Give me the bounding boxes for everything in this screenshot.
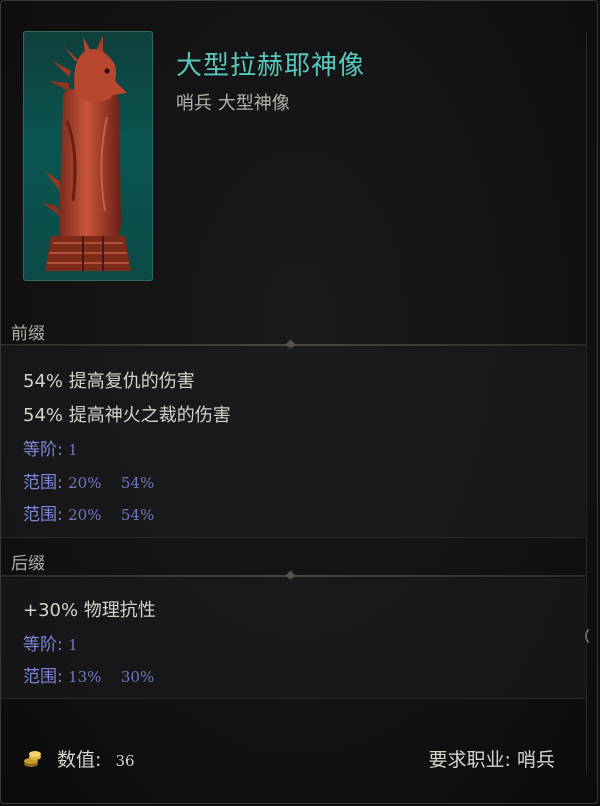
- range-max: 54%: [120, 474, 155, 492]
- tier-label: 等阶:: [23, 440, 63, 460]
- tier-label: 等阶:: [23, 635, 63, 655]
- prefix-range: 范围: 20% 54%: [23, 500, 154, 525]
- range-max: 30%: [120, 668, 155, 686]
- class-requirement: 要求职业: 哨兵: [428, 749, 555, 771]
- range-max: 54%: [120, 506, 155, 524]
- value-number: 36: [115, 752, 135, 770]
- prefix-section: 54% 提高复仇的伤害 54% 提高神火之裁的伤害 等阶: 1 范围: 20% …: [1, 347, 587, 538]
- suffix-header: 后缀: [11, 554, 45, 574]
- prefix-affix-line: 54% 提高神火之裁的伤害: [23, 405, 231, 426]
- range-min: 20%: [68, 506, 102, 524]
- red-bird-idol-icon: [43, 35, 131, 271]
- prefix-tier: 等阶: 1: [23, 435, 78, 460]
- item-name: 大型拉赫耶神像: [176, 51, 366, 81]
- range-label: 范围:: [23, 505, 63, 525]
- range-min: 20%: [68, 474, 102, 492]
- suffix-section: +30% 物理抗性 等阶: 1 范围: 13% 30%: [1, 578, 587, 699]
- value-label: 数值:: [57, 749, 102, 771]
- item-tooltip: 大型拉赫耶神像 哨兵 大型神像 前缀 54% 提高复仇的伤害 54% 提高神火之…: [0, 0, 598, 804]
- tooltip-frame-edge: [586, 31, 595, 773]
- suffix-range: 范围: 13% 30%: [23, 662, 154, 687]
- prefix-header: 前缀: [11, 324, 45, 344]
- suffix-tier: 等阶: 1: [23, 630, 78, 655]
- tier-value: 1: [68, 636, 78, 654]
- range-label: 范围:: [23, 667, 63, 687]
- idol-portrait: [23, 31, 153, 281]
- prefix-affix-line: 54% 提高复仇的伤害: [23, 371, 195, 392]
- item-value: 数值: 36: [23, 745, 135, 772]
- tier-value: 1: [68, 441, 78, 459]
- range-min: 13%: [68, 668, 102, 686]
- prefix-range: 范围: 20% 54%: [23, 468, 154, 493]
- gold-coin-stack-icon: [24, 751, 41, 767]
- item-type: 哨兵 大型神像: [176, 93, 290, 114]
- range-label: 范围:: [23, 473, 63, 493]
- suffix-affix-line: +30% 物理抗性: [23, 600, 156, 621]
